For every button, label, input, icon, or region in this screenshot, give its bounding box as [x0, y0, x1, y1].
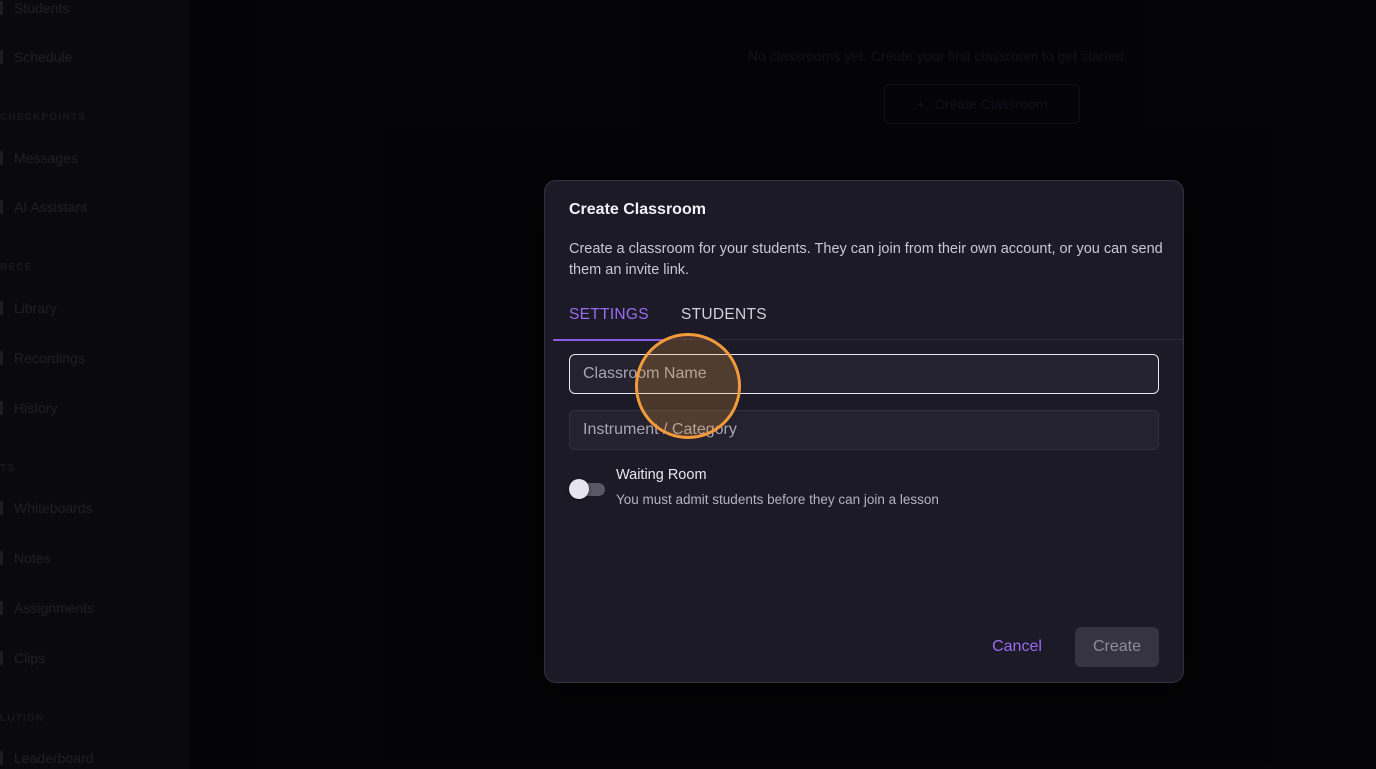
- instrument-category-input[interactable]: Instrument / Category: [569, 410, 1159, 450]
- dialog-tabs: SETTINGS STUDENTS: [553, 293, 1183, 341]
- cancel-button[interactable]: Cancel: [979, 627, 1055, 667]
- waiting-room-label: Waiting Room: [616, 467, 707, 483]
- classroom-name-placeholder: Classroom Name: [583, 365, 707, 382]
- dialog-description: Create a classroom for your students. Th…: [569, 241, 1163, 278]
- tab-students[interactable]: STUDENTS: [681, 293, 767, 337]
- tab-settings-label: SETTINGS: [569, 306, 649, 323]
- dialog-title: Create Classroom: [569, 201, 706, 218]
- tab-students-label: STUDENTS: [681, 306, 767, 323]
- classroom-name-input[interactable]: Classroom Name: [569, 354, 1159, 394]
- toggle-thumb: [569, 479, 589, 499]
- tab-settings[interactable]: SETTINGS: [569, 293, 649, 337]
- create-classroom-dialog: Create Classroom Create a classroom for …: [544, 180, 1184, 683]
- waiting-room-help: You must admit students before they can …: [616, 492, 939, 507]
- app-root: Students Schedule CHECKPOINTS Messages A…: [0, 0, 1376, 769]
- instrument-category-placeholder: Instrument / Category: [583, 421, 737, 438]
- create-button[interactable]: Create: [1075, 627, 1159, 667]
- waiting-room-toggle[interactable]: [569, 479, 605, 499]
- active-tab-indicator: [553, 339, 663, 341]
